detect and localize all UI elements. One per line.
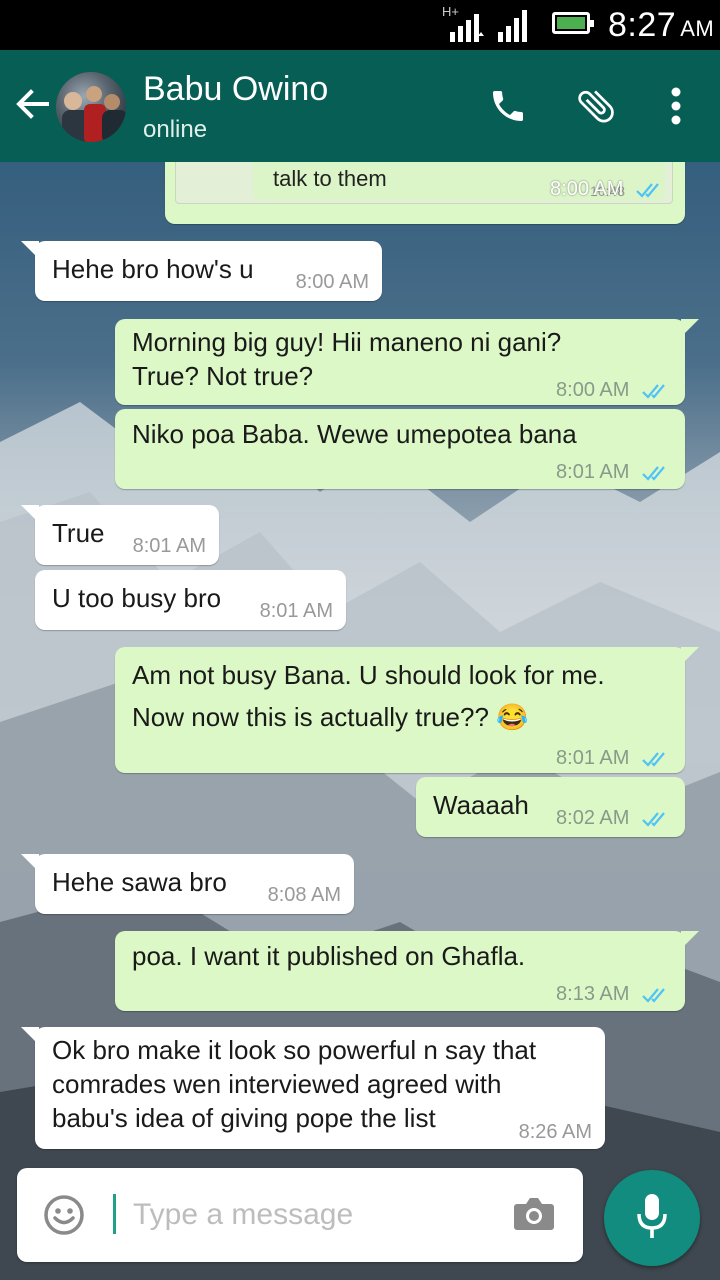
microphone-icon <box>637 1194 667 1238</box>
message-composer: Type a message <box>17 1168 583 1262</box>
signal-strength-icon <box>498 10 527 42</box>
message-meta: 8:13 AM <box>556 977 671 1011</box>
clock: 8:27 AM <box>608 6 714 45</box>
chat-background: talk to them 10:48 8:00 AM Hehe bro how'… <box>0 162 720 1280</box>
message-time: 8:02 AM <box>556 807 630 829</box>
double-check-icon <box>636 183 659 198</box>
double-check-icon <box>642 988 665 1003</box>
message-text: Hehe sawa bro <box>52 867 227 897</box>
more-vertical-icon[interactable] <box>668 86 684 126</box>
clock-ampm: AM <box>680 16 715 41</box>
text-cursor <box>113 1194 116 1234</box>
message-time: 8:01 AM <box>556 461 630 483</box>
message-time: 8:00 AM <box>556 379 630 401</box>
camera-icon[interactable] <box>513 1196 555 1232</box>
message-bubble-outgoing[interactable]: Am not busy Bana. U should look for me. … <box>115 647 699 775</box>
message-meta: 8:01 AM <box>556 741 671 775</box>
message-text: True <box>52 518 105 548</box>
clock-time: 8:27 <box>608 6 677 44</box>
message-text: Niko poa Baba. Wewe umepotea bana <box>132 419 577 449</box>
microphone-button[interactable] <box>604 1170 700 1266</box>
message-text: U too busy bro <box>52 583 222 613</box>
double-check-icon <box>642 384 665 399</box>
message-bubble-incoming[interactable]: U too busy bro 8:01 AM <box>35 570 346 630</box>
mobile-signal-icon <box>450 14 484 42</box>
message-bubble-outgoing[interactable]: Waaaah 8:02 AM <box>416 777 685 837</box>
message-meta: 8:00 AM <box>556 373 671 407</box>
message-bubble-outgoing[interactable]: Morning big guy! Hii maneno ni gani? Tru… <box>115 319 699 407</box>
message-bubble-incoming[interactable]: Ok bro make it look so powerful n say th… <box>21 1027 605 1149</box>
message-text: Waaaah <box>433 790 529 820</box>
message-time: 8:01 AM <box>259 600 333 622</box>
double-check-icon <box>642 752 665 767</box>
message-input[interactable]: Type a message <box>133 1198 353 1232</box>
message-time: 8:01 AM <box>556 747 630 769</box>
bubble-tail <box>21 241 39 259</box>
message-text: Hehe bro how's u <box>52 254 254 284</box>
message-meta: 8:01 AM <box>556 455 671 489</box>
double-check-icon <box>642 812 665 827</box>
phone-icon[interactable] <box>488 86 528 126</box>
message-text: Am not busy Bana. U should look for me. … <box>132 660 605 732</box>
message-bubble-incoming[interactable]: Hehe sawa bro 8:08 AM <box>21 854 354 914</box>
contact-name[interactable]: Babu Owino <box>143 70 328 109</box>
message-time: 8:00 AM <box>295 271 369 293</box>
message-time: 8:08 AM <box>267 884 341 906</box>
message-bubble-incoming[interactable]: True 8:01 AM <box>21 505 219 565</box>
status-bar: H+ 8:27 AM <box>0 0 720 50</box>
battery-icon <box>552 12 594 34</box>
message-meta: 8:00 AM <box>550 172 665 206</box>
message-time: 8:00 AM <box>550 178 624 200</box>
message-bubble-incoming[interactable]: Hehe bro how's u 8:00 AM <box>21 241 382 301</box>
paperclip-icon[interactable] <box>574 84 618 128</box>
contact-status: online <box>143 116 208 143</box>
message-bubble-outgoing[interactable]: talk to them 10:48 8:00 AM <box>165 162 685 224</box>
bubble-tail <box>681 647 699 665</box>
bubble-tail <box>681 319 699 337</box>
bubble-tail <box>681 931 699 949</box>
quoted-message-text: talk to them <box>273 166 387 191</box>
bubble-tail <box>21 505 39 523</box>
message-bubble-outgoing[interactable]: Niko poa Baba. Wewe umepotea bana 8:01 A… <box>115 409 685 489</box>
emoji-icon[interactable] <box>43 1194 85 1236</box>
message-time: 8:13 AM <box>556 983 630 1005</box>
message-time: 8:01 AM <box>132 535 206 557</box>
message-bubble-outgoing[interactable]: poa. I want it published on Ghafla. 8:13… <box>115 931 699 1011</box>
message-time: 8:26 AM <box>518 1121 592 1143</box>
bubble-tail <box>21 1027 39 1045</box>
avatar[interactable] <box>56 72 126 142</box>
message-text: poa. I want it published on Ghafla. <box>132 941 526 971</box>
message-text: Morning big guy! Hii maneno ni gani? Tru… <box>132 327 562 391</box>
message-meta: 8:02 AM <box>556 801 671 835</box>
message-text: Ok bro make it look so powerful n say th… <box>52 1035 537 1133</box>
chat-header: Babu Owino online <box>0 50 720 162</box>
back-arrow-icon[interactable] <box>14 86 50 122</box>
double-check-icon <box>642 466 665 481</box>
bubble-tail <box>21 854 39 872</box>
